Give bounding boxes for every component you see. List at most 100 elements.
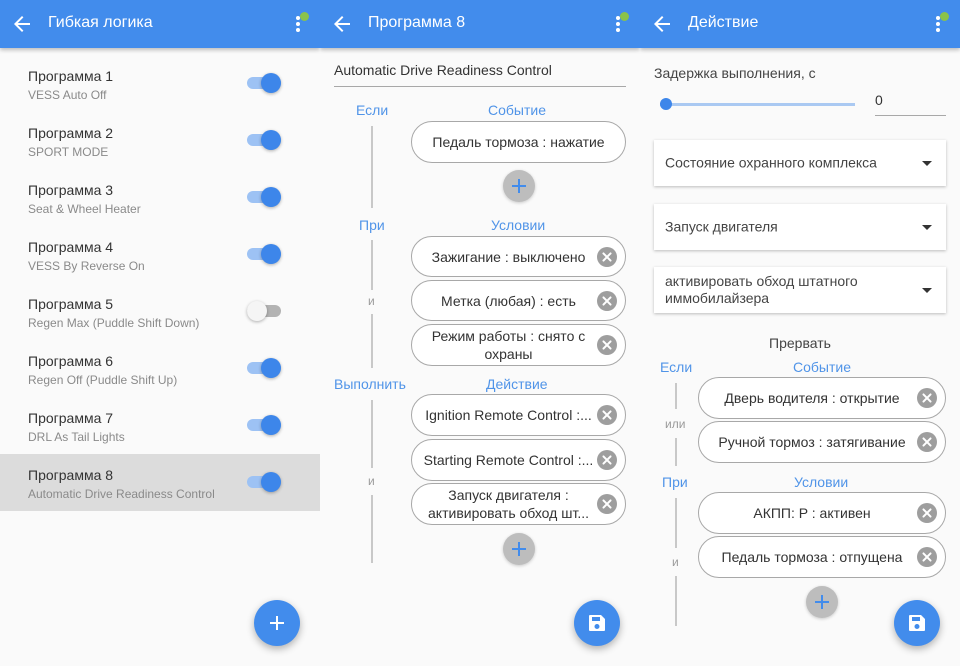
arrow-left-icon[interactable] (650, 12, 674, 36)
program-list-item[interactable]: Программа 8 Automatic Drive Readiness Con… (0, 454, 320, 511)
page-title: Гибкая логика (48, 14, 153, 31)
add-condition-button[interactable] (806, 586, 838, 618)
program-toggle[interactable] (247, 357, 281, 379)
remove-icon[interactable] (597, 405, 617, 425)
delay-label: Задержка выполнения, с (654, 65, 816, 81)
abort-title: Прервать (769, 335, 831, 351)
abort-condition-pill[interactable]: Педаль тормоза : отпущена (698, 536, 946, 578)
program-toggle[interactable] (247, 186, 281, 208)
if-label: Если (660, 359, 693, 375)
app-bar: Гибкая логика (0, 0, 320, 48)
program-list-item[interactable]: Программа 2 SPORT MODE (0, 112, 320, 169)
remove-icon[interactable] (917, 547, 937, 567)
page-title: Программа 8 (368, 14, 466, 31)
save-icon (909, 615, 925, 631)
when-label: При (359, 217, 385, 233)
program-list-item[interactable]: Программа 5 Regen Max (Puddle Shift Down) (0, 283, 320, 340)
save-button[interactable] (574, 600, 620, 646)
event-header: Событие (488, 102, 546, 118)
remove-icon[interactable] (917, 503, 937, 523)
plus-icon (270, 616, 284, 630)
remove-icon[interactable] (597, 450, 617, 470)
and-label: и (368, 474, 375, 488)
delay-input[interactable]: 0 (875, 92, 946, 116)
divider (371, 126, 373, 208)
program-name: Программа 4 (28, 239, 114, 255)
remove-icon[interactable] (597, 494, 617, 514)
toggle-thumb (261, 415, 281, 435)
action-pill[interactable]: Запуск двигателя : активировать обход шт… (411, 483, 626, 525)
remove-icon[interactable] (597, 290, 617, 311)
program-name-input[interactable]: Automatic Drive Readiness Control (334, 62, 626, 87)
or-label: или (665, 417, 686, 431)
when-label: При (662, 474, 688, 490)
action-pill[interactable]: Ignition Remote Control :... (411, 394, 626, 436)
dropdown-value: Запуск двигателя (665, 218, 778, 235)
add-program-button[interactable] (254, 600, 300, 646)
save-icon (589, 615, 605, 631)
dropdown-value: Состояние охранного комплекса (665, 154, 877, 171)
divider (371, 400, 373, 468)
program-description: Regen Max (Puddle Shift Down) (28, 316, 200, 330)
condition-header: Условии (491, 217, 546, 233)
action-text: Ignition Remote Control :... (425, 407, 592, 423)
condition-pill[interactable]: Режим работы : снято с охраны (411, 324, 626, 366)
program-toggle[interactable] (247, 243, 281, 265)
program-toggle[interactable] (247, 72, 281, 94)
toggle-thumb (261, 358, 281, 378)
program-toggle[interactable] (247, 300, 281, 322)
program-list-item[interactable]: Программа 3 Seat & Wheel Heater (0, 169, 320, 226)
more-vert-icon[interactable] (290, 12, 309, 36)
program-description: SPORT MODE (28, 145, 109, 159)
divider (371, 314, 373, 368)
remove-icon[interactable] (917, 432, 937, 452)
action-header: Действие (486, 376, 548, 392)
add-action-button[interactable] (503, 533, 535, 565)
more-vert-icon[interactable] (930, 12, 949, 36)
program-list-item[interactable]: Программа 7 DRL As Tail Lights (0, 397, 320, 454)
notification-badge (300, 12, 309, 21)
action-text: Запуск двигателя : активировать обход шт… (428, 487, 589, 521)
remove-icon[interactable] (917, 388, 937, 408)
action-text: Starting Remote Control :... (423, 452, 594, 468)
more-vert-icon[interactable] (610, 12, 629, 36)
abort-event-pill[interactable]: Ручной тормоз : затягивание (698, 421, 946, 463)
event-header: Событие (793, 359, 851, 375)
slider-thumb[interactable] (660, 98, 672, 110)
condition-pill[interactable]: Зажигание : выключено (411, 236, 626, 277)
program-toggle[interactable] (247, 471, 281, 493)
save-button[interactable] (894, 600, 940, 646)
screen-program-8: Программа 8 Automatic Drive Readiness Co… (320, 0, 640, 666)
condition-pill[interactable]: Метка (любая) : есть (411, 280, 626, 321)
add-event-button[interactable] (503, 170, 535, 202)
remove-icon[interactable] (597, 246, 617, 267)
condition-text: Режим работы : снято с охраны (431, 328, 586, 362)
app-bar: Действие (640, 0, 960, 48)
abort-event-pill[interactable]: Дверь водителя : открытие (698, 377, 946, 419)
toggle-thumb (261, 73, 281, 93)
action-pill[interactable]: Starting Remote Control :... (411, 439, 626, 481)
do-label: Выполнить (334, 376, 406, 392)
divider (675, 438, 677, 466)
program-name: Программа 2 (28, 125, 114, 141)
dropdown-function[interactable]: Запуск двигателя (654, 204, 946, 250)
program-list-item[interactable]: Программа 1 VESS Auto Off (0, 55, 320, 112)
arrow-left-icon[interactable] (330, 12, 354, 36)
divider (371, 240, 373, 290)
program-toggle[interactable] (247, 129, 281, 151)
program-description: Seat & Wheel Heater (28, 202, 141, 216)
event-pill[interactable]: Педаль тормоза : нажатие (411, 121, 626, 163)
program-list-item[interactable]: Программа 4 VESS By Reverse On (0, 226, 320, 283)
program-toggle[interactable] (247, 414, 281, 436)
dropdown-value: активировать обход штатного иммобилайзер… (665, 273, 858, 306)
arrow-left-icon[interactable] (10, 12, 34, 36)
program-description: VESS Auto Off (28, 88, 107, 102)
program-list-item[interactable]: Программа 6 Regen Off (Puddle Shift Up) (0, 340, 320, 397)
delay-slider[interactable] (660, 98, 855, 112)
dropdown-category[interactable]: Состояние охранного комплекса (654, 140, 946, 186)
toggle-thumb (261, 472, 281, 492)
screen-action: Действие Задержка выполнения, с 0 Состоя… (640, 0, 960, 666)
remove-icon[interactable] (597, 335, 617, 355)
abort-condition-pill[interactable]: АКПП: P : активен (698, 492, 946, 534)
dropdown-action[interactable]: активировать обход штатного иммобилайзер… (654, 267, 946, 313)
